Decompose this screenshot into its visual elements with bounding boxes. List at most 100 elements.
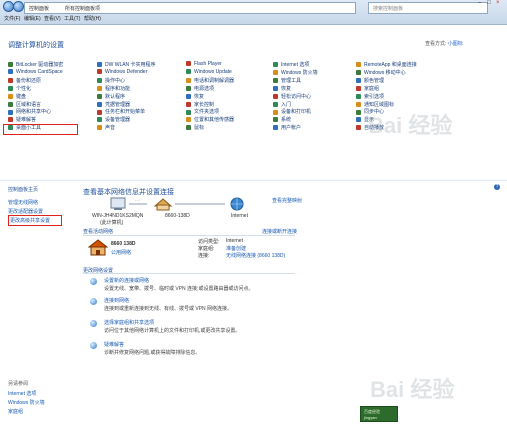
cp-item-icon <box>356 62 361 68</box>
see-also-firewall[interactable]: Windows 防火墙 <box>8 399 45 406</box>
see-full-map-link[interactable]: 查看完整映射 <box>272 197 302 204</box>
cp-item[interactable]: 电源选项 <box>186 85 214 93</box>
cp-item[interactable]: Windows Defender <box>97 69 147 77</box>
cp-item[interactable]: 默认程序 <box>97 93 125 101</box>
cp-item[interactable]: Internet 选项 <box>273 61 309 69</box>
cp-item[interactable]: Windows CardSpace <box>8 69 63 77</box>
cp-item-icon <box>356 125 361 131</box>
cp-item[interactable]: 设备管理器 <box>97 116 130 124</box>
cp-item[interactable]: 索引选项 <box>356 93 384 101</box>
cp-item-icon <box>97 62 102 68</box>
cp-item-icon <box>273 125 278 131</box>
search-placeholder: 搜索控制面板 <box>373 6 404 12</box>
cp-item[interactable]: 操作中心 <box>97 77 125 85</box>
computer-icon <box>110 197 126 209</box>
cp-item-icon <box>8 69 13 75</box>
breadcrumb-current[interactable]: 所有控制面板项 <box>65 5 100 12</box>
cp-item[interactable]: 任务栏和开始菜单 <box>97 108 145 116</box>
cp-item-icon <box>356 109 361 115</box>
cp-item-label: 通知区域图标 <box>364 101 395 108</box>
cp-item-icon <box>186 93 191 99</box>
cp-item[interactable]: 电话和调制解调器 <box>186 77 234 85</box>
cp-item-label: 默认程序 <box>105 93 126 100</box>
see-also-homegroup[interactable]: 家庭组 <box>8 408 23 415</box>
cp-item[interactable]: 位置和其他传感器 <box>186 116 234 124</box>
cp-item[interactable]: 家庭组 <box>356 85 379 93</box>
cp-item[interactable]: Windows 防火墙 <box>273 69 318 77</box>
page-title: 调整计算机的设置 <box>8 42 64 49</box>
breadcrumb-root[interactable]: 控制面板 <box>29 5 49 12</box>
menu-view[interactable]: 查看(V) <box>44 15 61 22</box>
cp-item[interactable]: 设备和打印机 <box>273 108 311 116</box>
cp-item-label: Flash Player <box>194 61 222 67</box>
help-icon[interactable]: ? <box>494 184 500 190</box>
forward-icon[interactable] <box>13 1 24 12</box>
see-also-internet-options[interactable]: Internet 选项 <box>8 390 36 397</box>
cp-item[interactable]: 备份和还原 <box>8 77 41 85</box>
node-internet-label: Internet <box>231 213 248 219</box>
cp-item[interactable]: 声音 <box>97 124 115 132</box>
menu-help[interactable]: 帮助(H) <box>84 15 101 22</box>
cp-item-icon <box>8 62 13 68</box>
cp-item[interactable]: BitLocker 驱动器加密 <box>8 61 63 69</box>
minimize-icon[interactable]: – <box>478 0 484 6</box>
menu-file[interactable]: 文件(F) <box>4 15 20 22</box>
maximize-icon[interactable]: □ <box>487 0 493 6</box>
cp-item[interactable]: 程序和功能 <box>97 85 130 93</box>
cp-item-icon <box>186 117 191 123</box>
close-icon[interactable]: × <box>496 0 502 6</box>
cp-item[interactable]: 个性化 <box>8 85 31 93</box>
cp-item-icon <box>97 93 102 99</box>
connect-disconnect-link[interactable]: 连接或断开连接 <box>262 228 297 235</box>
task-homegroup-sharing[interactable]: 选择家庭组和共享选项 <box>104 319 154 326</box>
cp-item-icon <box>356 93 361 99</box>
cp-item[interactable]: 恢复 <box>273 85 291 93</box>
cp-item-label: Windows 防火墙 <box>281 69 318 76</box>
cp-item-icon <box>356 85 361 91</box>
cp-item[interactable]: 入门 <box>273 101 291 109</box>
cp-item-label: 轻松访问中心 <box>281 93 312 100</box>
cp-item-icon <box>186 109 191 115</box>
network-type-link[interactable]: 公用网络 <box>111 249 131 256</box>
wireless-connection-link[interactable]: 无线网络连接 (8660 138D) <box>226 252 285 259</box>
cp-item[interactable]: 轻松访问中心 <box>273 93 311 101</box>
cp-item[interactable]: 凭据管理器 <box>97 101 130 109</box>
cp-item[interactable]: DW WLAN 卡实用程序 <box>97 61 156 69</box>
cp-item[interactable]: 系统 <box>273 116 291 124</box>
homegroup-link[interactable]: 准备创建 <box>226 245 246 252</box>
cp-item[interactable]: Windows 移动中心 <box>356 69 406 77</box>
cp-item[interactable]: 区域和语言 <box>8 101 41 109</box>
cp-item[interactable]: 鼠标 <box>186 124 204 132</box>
cp-item[interactable]: Flash Player <box>186 61 222 69</box>
cp-item[interactable]: RemoteApp 和桌面连接 <box>356 61 417 69</box>
cp-item[interactable]: 颜色管理 <box>356 77 384 85</box>
connections-label: 连接: <box>198 253 210 259</box>
access-type-value: Internet <box>226 238 243 244</box>
view-by-dropdown[interactable]: 小图标 <box>448 41 463 47</box>
task-connect-network[interactable]: 连接到网络 <box>104 297 129 304</box>
task-setup-connection[interactable]: 设置新的连接或网络 <box>104 277 149 284</box>
cp-item-icon <box>97 85 102 91</box>
cp-item[interactable]: 家长控制 <box>186 101 214 109</box>
cp-item-icon <box>273 62 278 68</box>
sidebar-item-manage-wireless[interactable]: 管理无线网络 <box>8 199 38 206</box>
cp-item-icon <box>8 85 13 91</box>
task-troubleshoot[interactable]: 疑难解答 <box>104 341 124 348</box>
cp-item[interactable]: 管理工具 <box>273 77 301 85</box>
menu-tools[interactable]: 工具(T) <box>64 15 80 22</box>
screenshot-separator <box>0 180 507 181</box>
cp-item[interactable]: Windows Update <box>186 69 232 77</box>
menu-edit[interactable]: 编辑(E) <box>24 15 41 22</box>
cp-item-icon <box>97 109 102 115</box>
cp-item[interactable]: 文件夹选项 <box>186 108 219 116</box>
sidebar-home-link[interactable]: 控制面板主页 <box>8 186 38 193</box>
sidebar-item-adapter-settings[interactable]: 更改适配器设置 <box>8 208 43 215</box>
cp-item[interactable]: 网络和共享中心 <box>8 108 51 116</box>
cp-item[interactable]: 用户帐户 <box>273 124 301 132</box>
view-by-label: 查看方式: <box>425 41 447 47</box>
cp-item-icon <box>356 77 361 83</box>
cp-item-icon <box>273 109 278 115</box>
cp-item[interactable]: 恢复 <box>186 93 204 101</box>
cp-item[interactable]: 键盘 <box>8 93 26 101</box>
cp-item-icon <box>97 117 102 123</box>
